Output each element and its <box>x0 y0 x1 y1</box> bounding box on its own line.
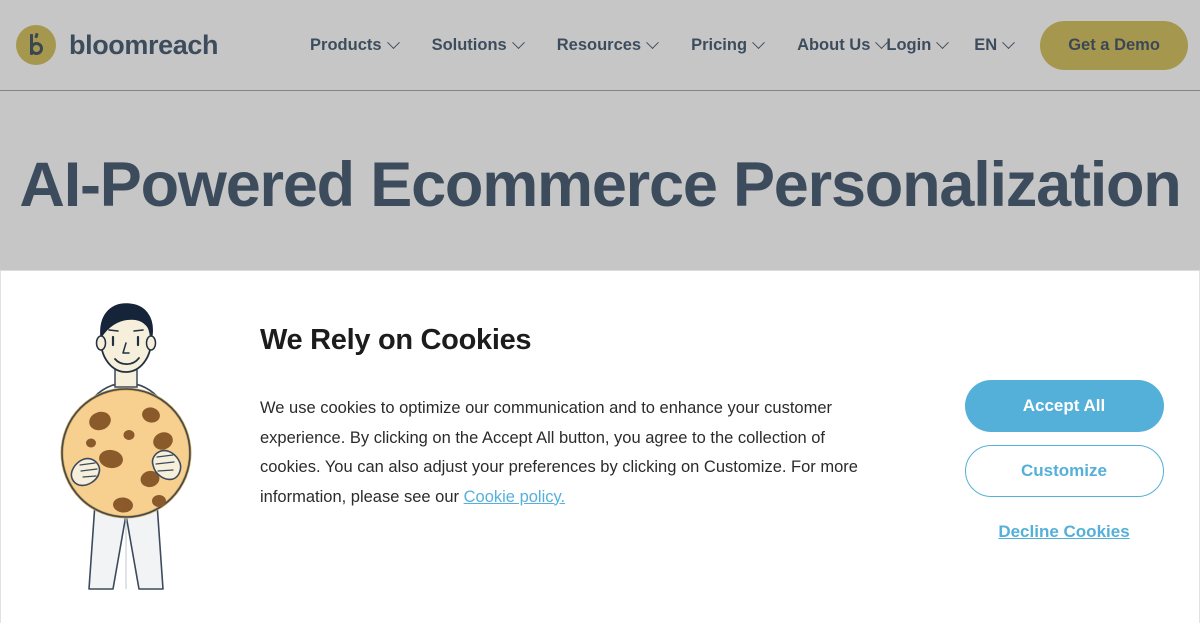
nav-item-about-us[interactable]: About Us <box>797 35 889 55</box>
language-selector[interactable]: EN <box>974 35 1016 55</box>
cookie-banner-actions: Accept All Customize Decline Cookies <box>943 271 1185 542</box>
accept-all-button[interactable]: Accept All <box>964 380 1164 432</box>
nav-label: Solutions <box>431 35 507 54</box>
cookie-banner-description: We use cookies to optimize our communica… <box>260 394 882 512</box>
page-title: AI-Powered Ecommerce Personalization <box>19 150 1181 220</box>
nav-item-pricing[interactable]: Pricing <box>691 35 765 55</box>
main-navigation: Products Solutions Resources Pricing Abo… <box>310 35 889 55</box>
header-actions: Login EN Get a Demo <box>886 20 1188 70</box>
nav-label: Products <box>310 35 382 54</box>
cookie-policy-link[interactable]: Cookie policy. <box>464 488 566 506</box>
nav-item-resources[interactable]: Resources <box>556 35 659 55</box>
customize-button[interactable]: Customize <box>964 445 1164 497</box>
chevron-down-icon <box>386 35 400 49</box>
login-menu[interactable]: Login <box>886 35 950 55</box>
site-header: bloomreach Products Solutions Resources … <box>0 0 1200 91</box>
language-label: EN <box>974 35 998 54</box>
cookie-banner-content: We Rely on Cookies We use cookies to opt… <box>251 271 943 512</box>
hero-section: AI-Powered Ecommerce Personalization <box>0 91 1200 222</box>
chevron-down-icon <box>936 35 950 49</box>
nav-item-products[interactable]: Products <box>310 35 400 55</box>
decline-cookies-link[interactable]: Decline Cookies <box>998 522 1129 542</box>
person-holding-cookie-illustration <box>1 271 251 593</box>
chevron-down-icon <box>752 35 765 49</box>
brand-logo[interactable]: bloomreach <box>16 25 218 65</box>
cookie-consent-banner: We Rely on Cookies We use cookies to opt… <box>0 270 1200 623</box>
chevron-down-icon <box>646 35 659 49</box>
get-a-demo-button[interactable]: Get a Demo <box>1040 20 1188 70</box>
nav-label: Resources <box>556 35 642 54</box>
login-label: Login <box>886 35 932 54</box>
nav-label: About Us <box>797 35 871 54</box>
chevron-down-icon <box>1002 35 1016 49</box>
nav-label: Pricing <box>691 35 748 54</box>
cookie-banner-title: We Rely on Cookies <box>260 324 532 356</box>
brand-name: bloomreach <box>69 29 219 60</box>
chevron-down-icon <box>511 35 525 49</box>
bloomreach-b-logo-icon <box>16 25 56 65</box>
nav-item-solutions[interactable]: Solutions <box>431 35 525 55</box>
